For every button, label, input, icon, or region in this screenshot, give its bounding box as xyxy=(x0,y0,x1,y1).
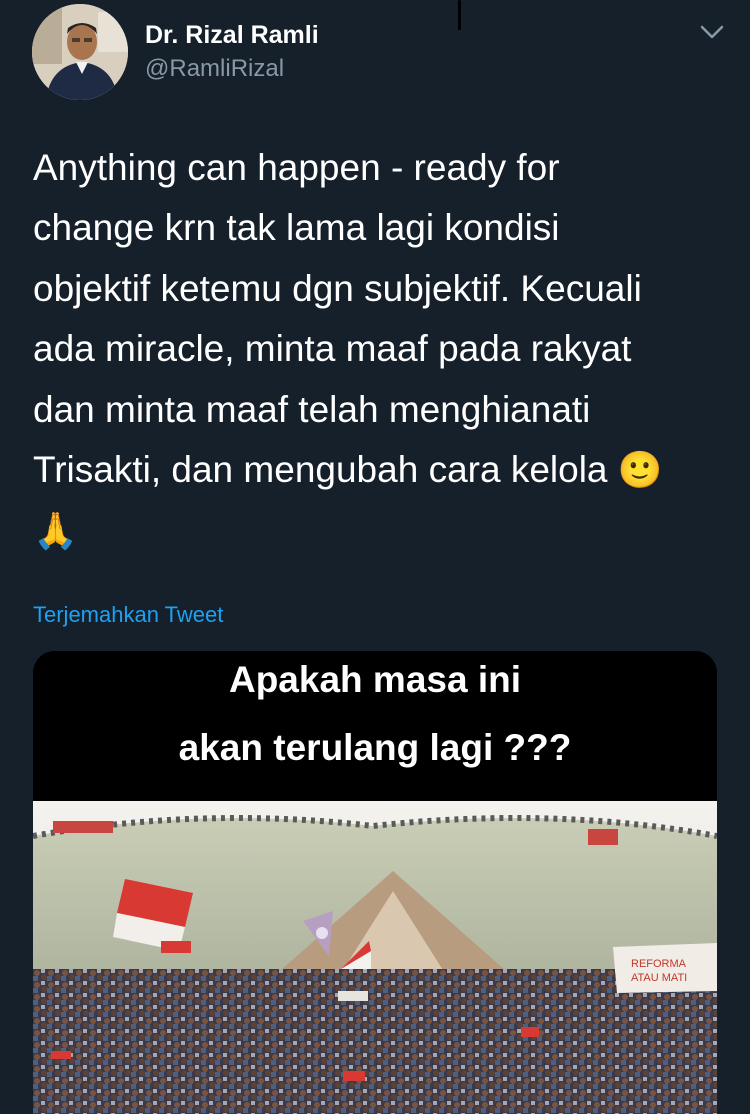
smile-emoji-icon: 🙂 xyxy=(617,450,663,492)
banner-text-2: ATAU MATI xyxy=(631,972,687,984)
tweet-line: objektif ketemu dgn subjektif. Kecuali xyxy=(33,267,642,309)
tweet-media[interactable]: Apakah masa ini akan terulang lagi ??? R… xyxy=(33,651,717,1114)
tweet-line: ada miracle, minta maaf pada rakyat xyxy=(33,328,632,370)
caption-line-1: Apakah masa ini xyxy=(228,659,521,700)
banner-text-1: REFORMA xyxy=(631,958,687,970)
tweet-text: Anything can happen - ready for change k… xyxy=(33,138,723,563)
author-name[interactable]: Dr. Rizal Ramli xyxy=(145,21,319,50)
tweet-line: change krn tak lama lagi kondisi xyxy=(33,207,560,249)
tweet-line: Trisakti, dan mengubah cara kelola xyxy=(33,449,608,491)
profile-photo-icon xyxy=(32,4,128,100)
pray-emoji-icon: 🙏 xyxy=(33,511,78,553)
author-handle[interactable]: @RamliRizal xyxy=(145,55,284,83)
caption-line-2: akan terulang lagi ??? xyxy=(178,727,572,768)
crowd-photo: REFORMA ATAU MATI xyxy=(33,801,717,1114)
chevron-down-icon[interactable] xyxy=(698,22,726,42)
avatar[interactable] xyxy=(32,4,128,100)
media-caption: Apakah masa ini akan terulang lagi ??? xyxy=(33,651,717,801)
translate-tweet-link[interactable]: Terjemahkan Tweet xyxy=(33,602,223,628)
tweet-line: dan minta maaf telah menghianati xyxy=(33,388,591,430)
tweet-card: Dr. Rizal Ramli @RamliRizal Anything can… xyxy=(0,0,750,1114)
tweet-header: Dr. Rizal Ramli @RamliRizal xyxy=(32,4,726,100)
tweet-line: Anything can happen - ready for xyxy=(33,147,560,188)
